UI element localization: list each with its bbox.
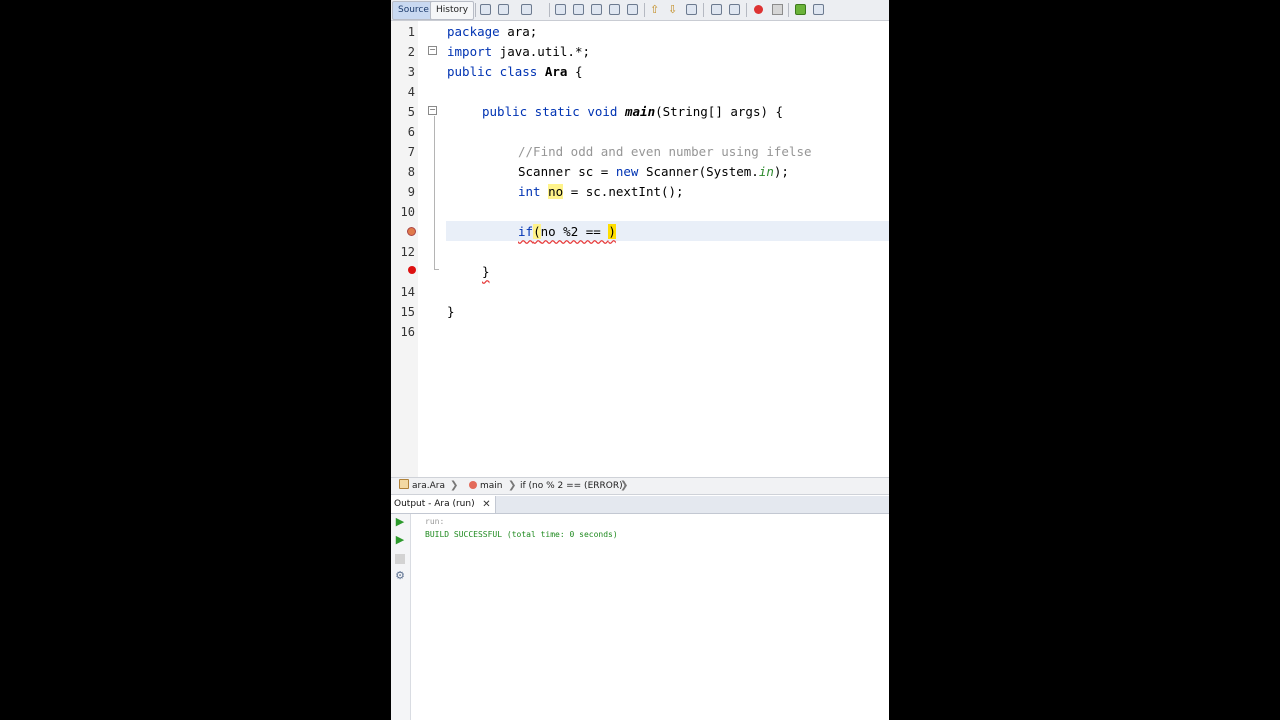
breadcrumb-method[interactable]: main bbox=[469, 478, 503, 494]
start-macro-icon[interactable] bbox=[754, 5, 763, 14]
toolbar-separator bbox=[644, 3, 645, 17]
line-number: 8 bbox=[407, 165, 415, 179]
current-line-highlight bbox=[446, 221, 889, 241]
output-actions-bar: ▶ ▶ ⚙ bbox=[391, 514, 411, 720]
fold-toggle-icon[interactable]: − bbox=[428, 46, 437, 55]
toolbar-separator bbox=[788, 3, 789, 17]
uncomment-icon[interactable] bbox=[729, 4, 740, 15]
chevron-right-icon: ❯ bbox=[620, 480, 629, 491]
breadcrumb-statement[interactable]: if (no % 2 == (ERROR)) bbox=[520, 478, 626, 494]
tab-source[interactable]: Source bbox=[392, 1, 435, 20]
code-line-15: } bbox=[447, 304, 455, 319]
code-line-11: if(no %2 == ) bbox=[518, 224, 616, 239]
output-tab[interactable]: Output - Ara (run) ✕ bbox=[391, 496, 496, 513]
method-icon bbox=[469, 481, 477, 489]
line-number: 10 bbox=[400, 205, 415, 219]
netbeans-editor-window: Source History ⇧ ⇩ 1 2 3 4 5 6 7 8 9 10 … bbox=[391, 0, 889, 720]
tab-history[interactable]: History bbox=[430, 1, 475, 20]
find-previous-icon[interactable] bbox=[573, 4, 584, 15]
line-number: 12 bbox=[400, 245, 415, 259]
stop-macro-icon[interactable] bbox=[772, 4, 783, 15]
line-number: 15 bbox=[400, 305, 415, 319]
line-number: 2 bbox=[407, 45, 415, 59]
next-bookmark-icon[interactable]: ⇩ bbox=[668, 4, 679, 15]
code-line-8: Scanner sc = new Scanner(System.in); bbox=[518, 164, 789, 179]
line-number: 9 bbox=[407, 185, 415, 199]
toolbar-separator bbox=[746, 3, 747, 17]
toggle-bookmark-icon[interactable] bbox=[627, 4, 638, 15]
rerun-icon[interactable]: ▶ bbox=[394, 516, 406, 528]
code-line-5: public static void main(String[] args) { bbox=[482, 104, 784, 119]
output-line-build: BUILD SUCCESSFUL (total time: 0 seconds) bbox=[425, 530, 618, 539]
stop-icon[interactable] bbox=[395, 554, 405, 564]
code-fold-column bbox=[418, 21, 446, 477]
code-line-1: package ara; bbox=[447, 24, 538, 39]
error-hint-icon[interactable] bbox=[407, 227, 416, 236]
class-icon bbox=[399, 479, 409, 489]
line-number: 1 bbox=[407, 25, 415, 39]
fold-guide bbox=[434, 116, 435, 269]
code-line-13: } bbox=[482, 264, 490, 279]
chevron-right-icon: ❯ bbox=[450, 480, 459, 491]
text-cursor: ) bbox=[608, 224, 616, 239]
previous-bookmark-icon[interactable]: ⇧ bbox=[650, 4, 661, 15]
error-icon[interactable] bbox=[408, 266, 416, 274]
code-line-9: int no = sc.nextInt(); bbox=[518, 184, 684, 199]
code-line-2: import java.util.*; bbox=[447, 44, 590, 59]
last-edit-icon[interactable] bbox=[480, 4, 491, 15]
code-line-7: //Find odd and even number using ifelse bbox=[518, 144, 812, 159]
line-number: 3 bbox=[407, 65, 415, 79]
chevron-right-icon: ❯ bbox=[508, 480, 517, 491]
back-icon[interactable] bbox=[498, 4, 509, 15]
toolbar-separator bbox=[549, 3, 550, 17]
toolbar-separator bbox=[475, 3, 476, 17]
find-selection-icon[interactable] bbox=[555, 4, 566, 15]
line-number: 7 bbox=[407, 145, 415, 159]
code-line-3: public class Ara { bbox=[447, 64, 583, 79]
code-editor[interactable]: 1 2 3 4 5 6 7 8 9 10 11 12 13 14 15 16 −… bbox=[391, 21, 889, 477]
shift-right-icon[interactable] bbox=[711, 4, 722, 15]
comment-icon[interactable] bbox=[795, 4, 806, 15]
fold-guide-end bbox=[434, 269, 439, 270]
settings-icon[interactable]: ⚙ bbox=[394, 570, 406, 582]
line-number: 16 bbox=[400, 325, 415, 339]
forward-icon[interactable] bbox=[521, 4, 532, 15]
shift-left-icon[interactable] bbox=[686, 4, 697, 15]
output-line-run: run: bbox=[425, 517, 445, 526]
find-next-icon[interactable] bbox=[591, 4, 602, 15]
format-icon[interactable] bbox=[813, 4, 824, 15]
toggle-highlight-icon[interactable] bbox=[609, 4, 620, 15]
line-number: 4 bbox=[407, 85, 415, 99]
rerun-with-options-icon[interactable]: ▶ bbox=[394, 534, 406, 546]
navigation-breadcrumb: ara.Ara ❯ main ❯ if (no % 2 == (ERROR)) … bbox=[391, 477, 889, 495]
breadcrumb-class[interactable]: ara.Ara bbox=[399, 478, 445, 494]
fold-toggle-icon[interactable]: − bbox=[428, 106, 437, 115]
line-number: 5 bbox=[407, 105, 415, 119]
output-console[interactable]: run: BUILD SUCCESSFUL (total time: 0 sec… bbox=[411, 514, 889, 720]
editor-toolbar: Source History ⇧ ⇩ bbox=[391, 0, 889, 21]
line-number-gutter: 1 2 3 4 5 6 7 8 9 10 11 12 13 14 15 16 bbox=[391, 21, 419, 477]
line-number: 14 bbox=[400, 285, 415, 299]
output-panel-header: Output - Ara (run) ✕ bbox=[391, 496, 889, 514]
toolbar-separator bbox=[703, 3, 704, 17]
close-icon[interactable]: ✕ bbox=[482, 496, 490, 513]
line-number: 6 bbox=[407, 125, 415, 139]
